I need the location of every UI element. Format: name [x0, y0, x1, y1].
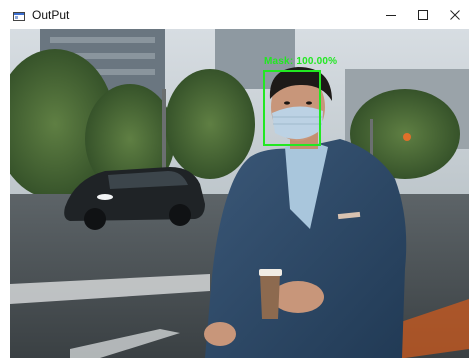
close-icon — [450, 9, 460, 20]
minimize-button[interactable] — [374, 0, 408, 29]
output-window: OutPut Mask: 100.00% — [0, 0, 469, 358]
detection-bounding-box — [263, 70, 321, 146]
street-scene-image — [10, 29, 469, 358]
close-button[interactable] — [438, 0, 469, 29]
window-app-icon — [13, 12, 25, 21]
output-image: Mask: 100.00% — [10, 29, 469, 358]
title-bar[interactable]: OutPut — [0, 0, 469, 29]
detection-label: Mask: 100.00% — [264, 56, 338, 67]
maximize-button[interactable] — [406, 0, 440, 29]
maximize-icon — [418, 9, 428, 20]
minimize-icon — [386, 14, 396, 16]
window-title: OutPut — [32, 8, 70, 22]
